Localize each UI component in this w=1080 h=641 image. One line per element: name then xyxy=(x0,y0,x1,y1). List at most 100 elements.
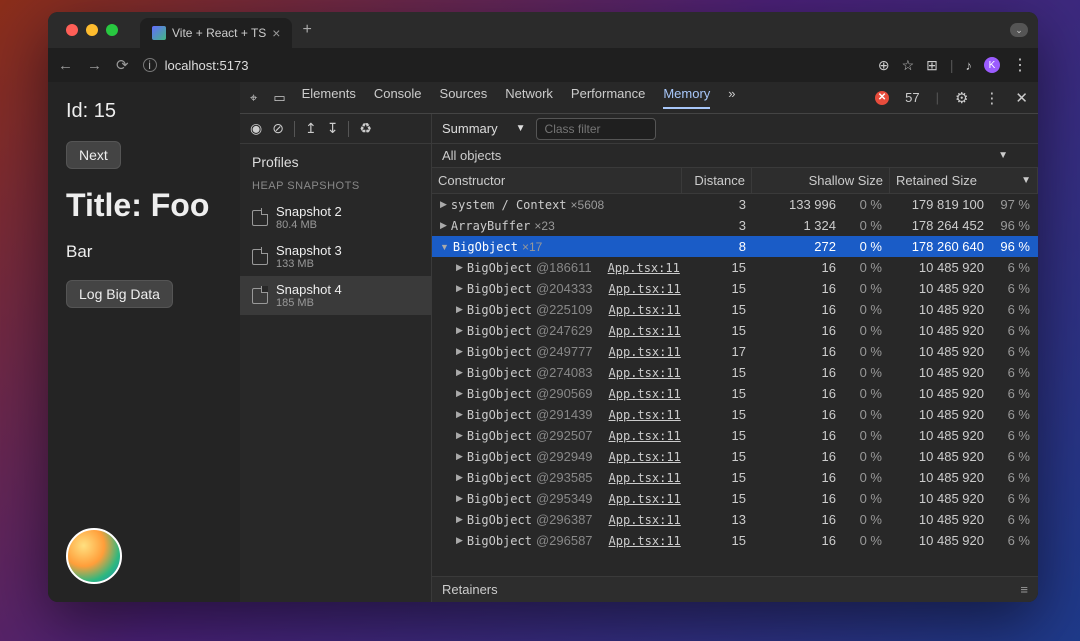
site-info-icon[interactable]: i xyxy=(143,58,157,72)
table-row[interactable]: ▶ BigObject @274083App.tsx:1115160 %10 4… xyxy=(432,362,1038,383)
expand-icon[interactable]: ▶ xyxy=(456,304,463,315)
expand-icon[interactable]: ▶ xyxy=(456,535,463,546)
expand-icon[interactable]: ▶ xyxy=(456,283,463,294)
table-row[interactable]: ▶ BigObject @292507App.tsx:1115160 %10 4… xyxy=(432,425,1038,446)
source-location-link[interactable]: App.tsx:11 xyxy=(609,429,681,443)
source-location-link[interactable]: App.tsx:11 xyxy=(609,492,681,506)
log-big-data-button[interactable]: Log Big Data xyxy=(66,280,173,308)
source-location-link[interactable]: App.tsx:11 xyxy=(609,324,681,338)
download-icon[interactable]: ↧ xyxy=(327,120,339,137)
tab-network[interactable]: Network xyxy=(505,86,553,109)
col-distance[interactable]: Distance xyxy=(682,168,752,193)
devtools-menu-icon[interactable]: ⋮ xyxy=(984,89,999,107)
snapshot-file-icon xyxy=(252,288,268,304)
expand-icon[interactable]: ▶ xyxy=(456,430,463,441)
table-row[interactable]: ▶ BigObject @292949App.tsx:1115160 %10 4… xyxy=(432,446,1038,467)
error-badge-icon[interactable]: ✕ xyxy=(875,91,889,105)
record-icon[interactable]: ◉ xyxy=(250,120,262,137)
source-location-link[interactable]: App.tsx:11 xyxy=(609,303,681,317)
table-row[interactable]: ▶ BigObject @249777App.tsx:1117160 %10 4… xyxy=(432,341,1038,362)
table-row[interactable]: ▶ BigObject @204333App.tsx:1115160 %10 4… xyxy=(432,278,1038,299)
extensions-icon[interactable]: ⊞ xyxy=(926,57,938,74)
expand-icon[interactable]: ▼ xyxy=(440,242,449,252)
source-location-link[interactable]: App.tsx:11 xyxy=(609,471,681,485)
source-location-link[interactable]: App.tsx:11 xyxy=(609,282,681,296)
next-button[interactable]: Next xyxy=(66,141,121,169)
table-row[interactable]: ▶ BigObject @291439App.tsx:1115160 %10 4… xyxy=(432,404,1038,425)
settings-icon[interactable]: ⚙ xyxy=(955,89,968,107)
expand-icon[interactable]: ▶ xyxy=(456,346,463,357)
table-row[interactable]: ▶ BigObject @290569App.tsx:1115160 %10 4… xyxy=(432,383,1038,404)
expand-icon[interactable]: ▶ xyxy=(456,514,463,525)
expand-icon[interactable]: ▶ xyxy=(456,325,463,336)
maximize-window-icon[interactable] xyxy=(106,24,118,36)
class-filter-input[interactable] xyxy=(536,118,656,140)
table-row[interactable]: ▶ BigObject @296387App.tsx:1113160 %10 4… xyxy=(432,509,1038,530)
source-location-link[interactable]: App.tsx:11 xyxy=(609,366,681,380)
tab-console[interactable]: Console xyxy=(374,86,422,109)
tab-elements[interactable]: Elements xyxy=(302,86,356,109)
source-location-link[interactable]: App.tsx:11 xyxy=(609,534,681,548)
summary-dropdown[interactable]: Summary ▼ xyxy=(442,121,526,136)
tab-overflow-icon[interactable]: ⌄ xyxy=(1010,23,1028,37)
tab-sources[interactable]: Sources xyxy=(440,86,488,109)
table-row[interactable]: ▶ ArrayBuffer ×2331 3240 %178 264 45296 … xyxy=(432,215,1038,236)
source-location-link[interactable]: App.tsx:11 xyxy=(609,450,681,464)
expand-icon[interactable]: ▶ xyxy=(440,199,447,210)
retainers-panel[interactable]: Retainers ≡ xyxy=(432,576,1038,602)
expand-icon[interactable]: ▶ xyxy=(456,367,463,378)
table-row[interactable]: ▼ BigObject ×1782720 %178 260 64096 % xyxy=(432,236,1038,257)
gc-icon[interactable]: ♻ xyxy=(359,120,372,137)
expand-icon[interactable]: ▶ xyxy=(456,493,463,504)
table-row[interactable]: ▶ BigObject @186611App.tsx:1115160 %10 4… xyxy=(432,257,1038,278)
tab-memory[interactable]: Memory xyxy=(663,86,710,109)
minimize-window-icon[interactable] xyxy=(86,24,98,36)
profile-avatar-icon[interactable]: K xyxy=(984,57,1000,73)
browser-tab[interactable]: Vite + React + TS × xyxy=(140,18,292,48)
snapshot-item[interactable]: Snapshot 3133 MB xyxy=(240,237,431,276)
col-retained[interactable]: Retained Size▼ xyxy=(890,168,1038,193)
device-toolbar-icon[interactable]: ▭ xyxy=(273,90,285,106)
table-row[interactable]: ▶ system / Context ×56083133 9960 %179 8… xyxy=(432,194,1038,215)
inspect-element-icon[interactable]: ⌖ xyxy=(250,90,257,106)
browser-menu-icon[interactable]: ⋮ xyxy=(1012,55,1028,75)
bookmark-icon[interactable]: ☆ xyxy=(902,57,915,74)
source-location-link[interactable]: App.tsx:11 xyxy=(609,408,681,422)
source-location-link[interactable]: App.tsx:11 xyxy=(609,387,681,401)
address-box[interactable]: i localhost:5173 xyxy=(143,58,864,73)
more-tabs-icon[interactable]: » xyxy=(728,86,735,109)
zoom-icon[interactable]: ⊕ xyxy=(878,57,890,74)
col-shallow[interactable]: Shallow Size xyxy=(752,168,890,193)
table-row[interactable]: ▶ BigObject @296587App.tsx:1115160 %10 4… xyxy=(432,530,1038,551)
col-constructor[interactable]: Constructor xyxy=(432,168,682,193)
reload-icon[interactable]: ⟳ xyxy=(116,56,129,74)
source-location-link[interactable]: App.tsx:11 xyxy=(608,261,680,275)
shallow-value: 133 996 xyxy=(752,197,842,212)
upload-icon[interactable]: ↥ xyxy=(305,120,317,137)
media-icon[interactable]: ♪ xyxy=(966,58,973,73)
expand-icon[interactable]: ▶ xyxy=(456,262,463,273)
table-row[interactable]: ▶ BigObject @293585App.tsx:1115160 %10 4… xyxy=(432,467,1038,488)
source-location-link[interactable]: App.tsx:11 xyxy=(609,513,681,527)
devtools-close-icon[interactable]: ✕ xyxy=(1015,89,1028,107)
new-tab-icon[interactable]: + xyxy=(302,21,311,39)
tab-performance[interactable]: Performance xyxy=(571,86,645,109)
expand-icon[interactable]: ▶ xyxy=(440,220,447,231)
source-location-link[interactable]: App.tsx:11 xyxy=(609,345,681,359)
snapshot-item[interactable]: Snapshot 4185 MB xyxy=(240,276,431,315)
table-row[interactable]: ▶ BigObject @247629App.tsx:1115160 %10 4… xyxy=(432,320,1038,341)
retainers-menu-icon[interactable]: ≡ xyxy=(1020,582,1028,597)
table-row[interactable]: ▶ BigObject @225109App.tsx:1115160 %10 4… xyxy=(432,299,1038,320)
clear-icon[interactable]: ⊘ xyxy=(272,120,284,137)
snapshot-item[interactable]: Snapshot 280.4 MB xyxy=(240,198,431,237)
tab-close-icon[interactable]: × xyxy=(272,25,280,41)
expand-icon[interactable]: ▶ xyxy=(456,451,463,462)
expand-icon[interactable]: ▶ xyxy=(456,388,463,399)
table-row[interactable]: ▶ BigObject @295349App.tsx:1115160 %10 4… xyxy=(432,488,1038,509)
forward-icon[interactable]: → xyxy=(87,57,102,74)
expand-icon[interactable]: ▶ xyxy=(456,409,463,420)
close-window-icon[interactable] xyxy=(66,24,78,36)
expand-icon[interactable]: ▶ xyxy=(456,472,463,483)
all-objects-dropdown[interactable]: All objects ▼ xyxy=(432,144,1038,168)
back-icon[interactable]: ← xyxy=(58,57,73,74)
